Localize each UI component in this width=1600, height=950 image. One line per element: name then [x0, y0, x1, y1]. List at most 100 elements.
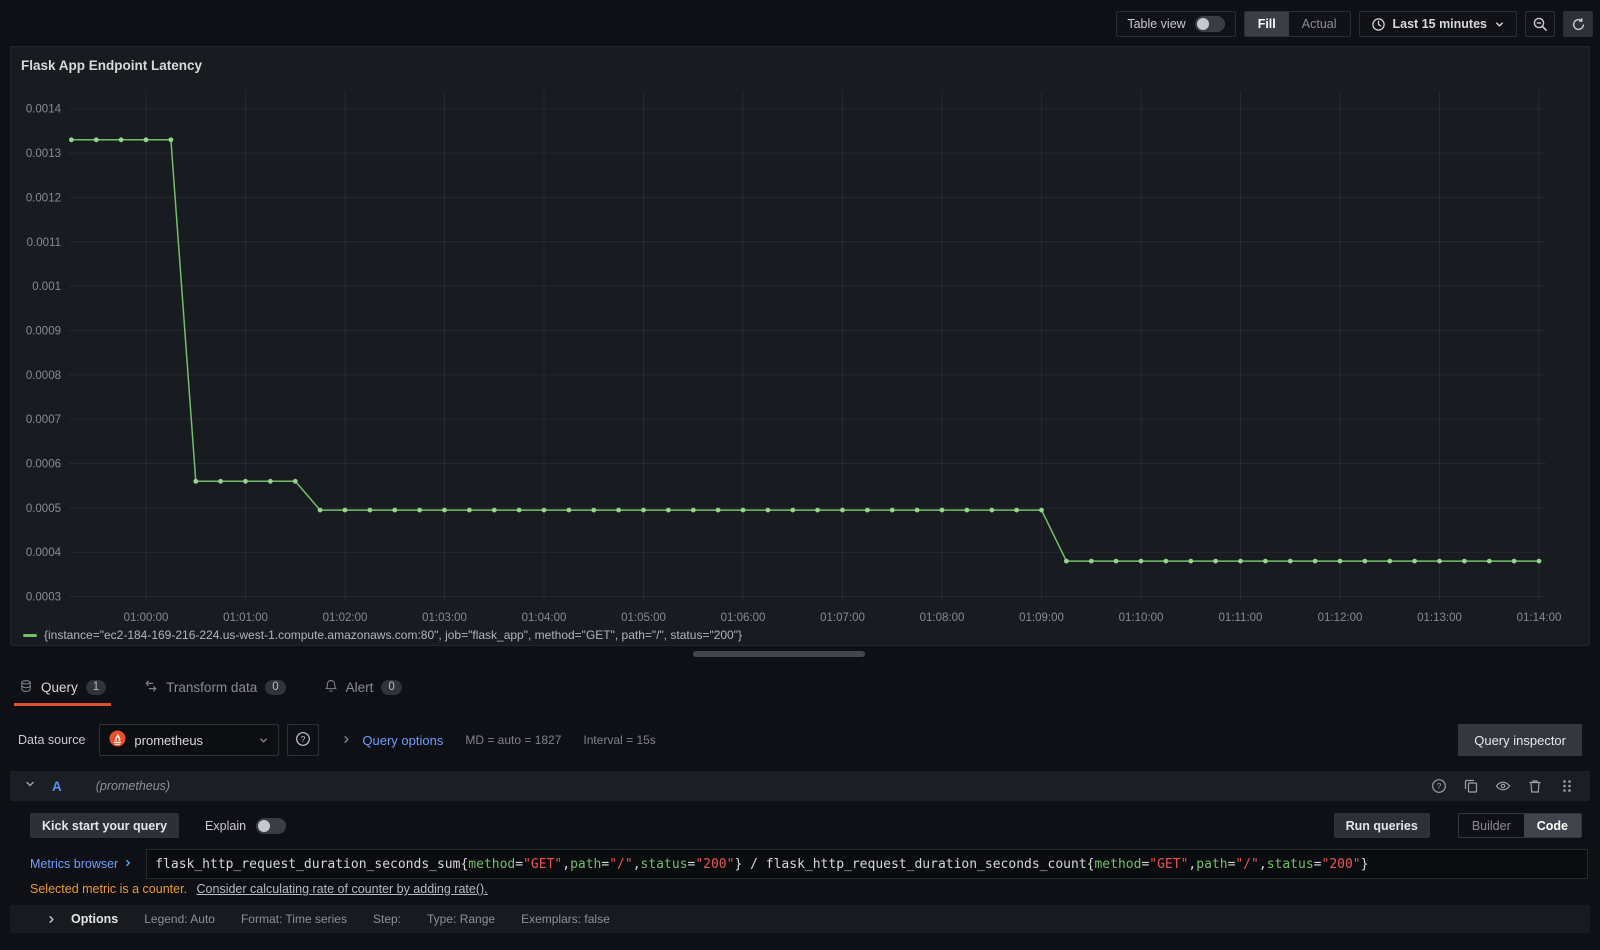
- time-range-picker[interactable]: Last 15 minutes: [1358, 11, 1517, 37]
- svg-text:01:09:00: 01:09:00: [1019, 612, 1064, 624]
- tab-transform-badge: 0: [265, 679, 286, 695]
- svg-text:01:08:00: 01:08:00: [920, 612, 965, 624]
- svg-text:01:06:00: 01:06:00: [721, 612, 766, 624]
- query-row-header[interactable]: A (prometheus) ?: [10, 771, 1590, 801]
- svg-text:01:11:00: 01:11:00: [1219, 612, 1263, 624]
- bell-icon: [324, 679, 338, 696]
- tab-query-badge: 1: [85, 679, 107, 695]
- option-summary-item: Type: Range: [427, 912, 496, 926]
- svg-text:01:04:00: 01:04:00: [522, 612, 567, 624]
- drag-handle-icon[interactable]: [1559, 778, 1576, 795]
- query-ref-id: A: [52, 778, 62, 794]
- run-queries-button[interactable]: Run queries: [1333, 813, 1430, 838]
- warning-text: Selected metric is a counter.: [30, 882, 188, 896]
- chevron-right-icon: [46, 914, 57, 925]
- chevron-right-icon: [123, 857, 133, 871]
- interval-value: Interval = 15s: [583, 733, 656, 747]
- query-help-button[interactable]: ?: [1431, 778, 1448, 795]
- query-options-toggle[interactable]: Query options MD = auto = 1827 Interval …: [341, 732, 656, 748]
- database-icon: [19, 679, 33, 696]
- svg-text:0.0012: 0.0012: [26, 192, 61, 204]
- query-options-row[interactable]: Options Legend: Auto Format: Time series S…: [10, 905, 1590, 933]
- eye-icon: [1495, 778, 1512, 794]
- chart-panel: Flask App Endpoint Latency 0.0014 0.0013 0…: [10, 46, 1590, 646]
- query-datasource-hint: (prometheus): [95, 779, 171, 793]
- tab-query-label: Query: [41, 679, 78, 695]
- toggle-knob: [258, 819, 271, 832]
- latency-chart[interactable]: 0.0014 0.0013 0.0012 0.0011 0.001 0.0009 0.000…: [11, 75, 1589, 627]
- explain-toggle[interactable]: [256, 817, 287, 834]
- tab-query[interactable]: Query 1: [14, 668, 112, 706]
- tab-alert-label: Alert: [345, 679, 374, 695]
- refresh-button[interactable]: [1563, 11, 1593, 37]
- svg-text:01:14:00: 01:14:00: [1517, 612, 1562, 624]
- query-toolbar-row: Kick start your query Explain Run querie…: [10, 813, 1590, 838]
- option-summary-item: Step:: [372, 912, 402, 926]
- fill-actual-segmented: Fill Actual: [1243, 11, 1351, 37]
- table-view-toggle[interactable]: [1194, 16, 1225, 32]
- trash-icon: [1527, 778, 1544, 794]
- max-data-points-value: MD = auto = 1827: [465, 733, 562, 747]
- tab-alert[interactable]: Alert 0: [319, 668, 407, 706]
- code-button[interactable]: Code: [1523, 814, 1581, 837]
- svg-text:01:01:00: 01:01:00: [223, 612, 268, 624]
- svg-text:01:13:00: 01:13:00: [1417, 612, 1462, 624]
- chart-legend[interactable]: {instance="ec2-184-169-216-224.us-west-1…: [23, 628, 742, 642]
- delete-query-button[interactable]: [1527, 778, 1544, 795]
- query-row-actions: ?: [1431, 778, 1576, 795]
- datasource-label: Data source: [18, 733, 86, 747]
- metrics-browser-toggle[interactable]: Metrics browser: [10, 857, 146, 871]
- option-summary-item: Legend: Auto: [144, 912, 215, 926]
- tab-transform-data[interactable]: Transform data 0: [139, 668, 290, 706]
- time-range-label: Last 15 minutes: [1392, 17, 1487, 31]
- duplicate-query-button[interactable]: [1463, 778, 1480, 795]
- pane-resize-handle[interactable]: [693, 651, 865, 657]
- options-label: Options: [71, 912, 119, 926]
- svg-text:0.0006: 0.0006: [26, 459, 61, 471]
- datasource-picker[interactable]: prometheus: [99, 724, 280, 756]
- svg-text:01:02:00: 01:02:00: [323, 612, 368, 624]
- add-rate-link[interactable]: Consider calculating rate of counter by …: [197, 882, 488, 896]
- editor-tabs: Query 1 Transform data 0 Alert 0: [14, 668, 407, 706]
- prometheus-icon: [109, 730, 126, 750]
- svg-text:?: ?: [301, 734, 306, 744]
- chevron-right-icon: [341, 733, 352, 748]
- transform-icon: [144, 679, 158, 696]
- datasource-help-button[interactable]: ?: [287, 724, 320, 756]
- actual-button[interactable]: Actual: [1289, 12, 1350, 36]
- option-summary-item: Format: Time series: [240, 912, 347, 926]
- svg-text:01:03:00: 01:03:00: [422, 612, 467, 624]
- svg-text:01:05:00: 01:05:00: [621, 612, 666, 624]
- query-inspector-button[interactable]: Query inspector: [1458, 724, 1582, 756]
- toggle-knob: [1196, 18, 1209, 30]
- refresh-icon: [1571, 17, 1586, 32]
- kick-start-query-button[interactable]: Kick start your query: [30, 813, 180, 838]
- fill-button[interactable]: Fill: [1244, 12, 1289, 36]
- query-options-label: Query options: [362, 732, 444, 748]
- svg-text:0.0011: 0.0011: [27, 237, 61, 249]
- grip-icon: [1559, 778, 1576, 794]
- help-circle-icon: ?: [295, 731, 311, 750]
- panel-title: Flask App Endpoint Latency: [21, 58, 203, 73]
- svg-text:01:07:00: 01:07:00: [820, 612, 865, 624]
- toggle-visibility-button[interactable]: [1495, 778, 1512, 795]
- copy-icon: [1463, 778, 1480, 794]
- svg-text:01:10:00: 01:10:00: [1119, 612, 1164, 624]
- datasource-value: prometheus: [134, 732, 204, 748]
- toolbar: Table view Fill Actual Last 15 minutes: [1116, 11, 1593, 37]
- counter-warning: Selected metric is a counter. Consider c…: [30, 882, 488, 896]
- datasource-bar: Data source prometheus ? Query options M…: [10, 723, 1590, 757]
- zoom-out-button[interactable]: [1525, 11, 1555, 37]
- svg-text:?: ?: [1437, 781, 1442, 791]
- svg-text:0.0003: 0.0003: [26, 592, 61, 604]
- svg-text:0.0008: 0.0008: [26, 370, 61, 382]
- promql-query-input[interactable]: flask_http_request_duration_seconds_sum{…: [146, 849, 1588, 879]
- svg-text:0.001: 0.001: [32, 281, 61, 293]
- svg-text:0.0005: 0.0005: [26, 503, 61, 515]
- builder-button[interactable]: Builder: [1459, 814, 1524, 837]
- legend-label: {instance="ec2-184-169-216-224.us-west-1…: [44, 628, 742, 642]
- help-circle-icon: ?: [1431, 778, 1448, 794]
- legend-swatch: [23, 633, 37, 637]
- grafana-panel-editor: Table view Fill Actual Last 15 minutes F…: [0, 0, 1600, 950]
- collapse-chevron-icon[interactable]: [24, 777, 36, 795]
